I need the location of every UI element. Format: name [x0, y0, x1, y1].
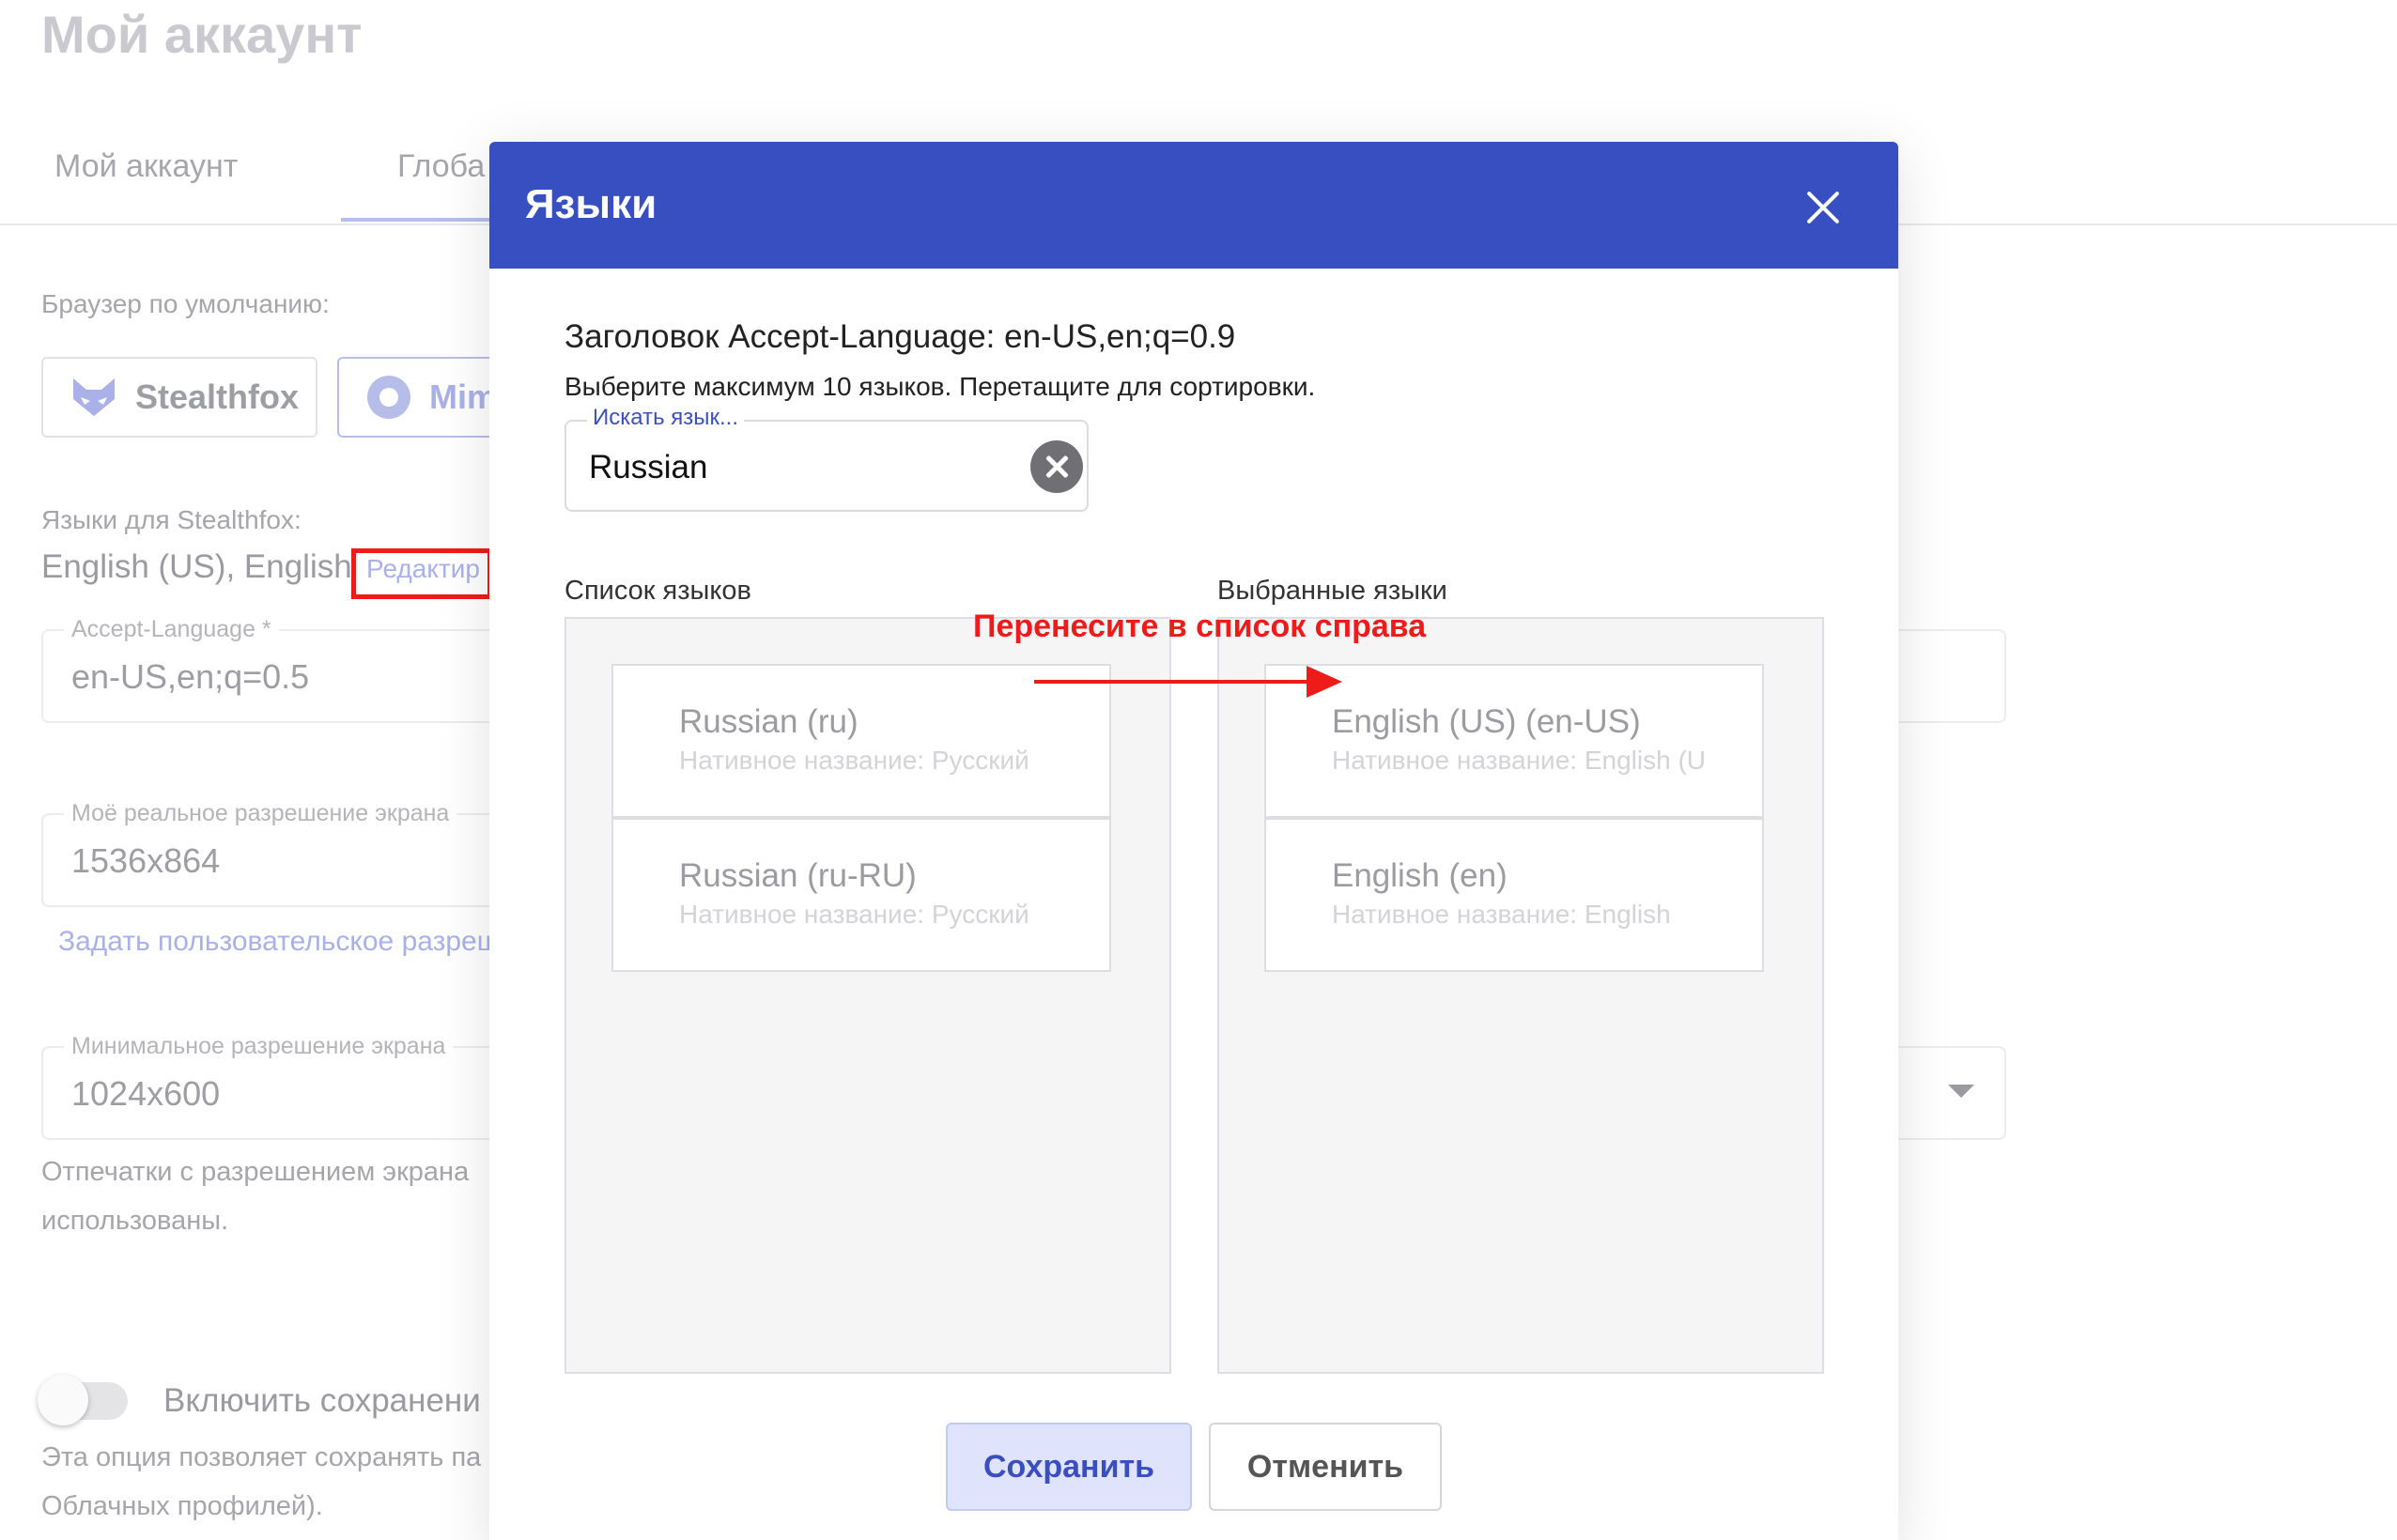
- available-languages-title: Список языков: [564, 576, 751, 606]
- selected-languages-list: English (US) (en-US) Нативное название: …: [1217, 617, 1824, 1374]
- dialog-title: Языки: [525, 181, 657, 227]
- languages-dialog: Языки Заголовок Accept-Language: en-US,e…: [489, 142, 1898, 1540]
- language-search: Искать язык...: [564, 405, 1089, 512]
- save-button[interactable]: Сохранить: [946, 1423, 1192, 1511]
- min-resolution-field-label: Минимальное разрешение экрана: [64, 1033, 454, 1060]
- language-item-name: English (US) (en-US): [1332, 703, 1641, 740]
- language-item-native: Нативное название: Русский: [679, 900, 1029, 929]
- selection-hint: Выберите максимум 10 языков. Перетащите …: [564, 372, 1316, 401]
- tab-global[interactable]: Глоба: [397, 148, 485, 185]
- default-browser-label: Браузер по умолчанию:: [41, 289, 330, 318]
- min-resolution-note-line1: Отпечатки с разрешением экрана: [41, 1157, 470, 1187]
- language-search-input[interactable]: [589, 444, 1012, 491]
- cancel-button[interactable]: Отменить: [1209, 1423, 1442, 1511]
- language-search-label: Искать язык...: [587, 405, 745, 431]
- selected-languages-title: Выбранные языки: [1217, 576, 1447, 606]
- dialog-header: Языки: [489, 142, 1898, 269]
- accept-language-field-label: Accept-Language *: [64, 616, 279, 643]
- chevron-down-icon[interactable]: [1948, 1085, 1974, 1098]
- browser-stealthfox-button[interactable]: Stealthfox: [41, 357, 317, 438]
- accept-language-field-value: en-US,en;q=0.5: [71, 657, 310, 696]
- page-title: Мой аккаунт: [41, 5, 363, 64]
- accept-language-header: Заголовок Accept-Language: en-US,en;q=0.…: [564, 318, 1236, 355]
- min-resolution-field-value: 1024x600: [71, 1074, 221, 1113]
- toggle-note-line1: Эта опция позволяет сохранять па: [41, 1442, 482, 1472]
- language-item-native: Нативное название: English (U: [1332, 746, 1706, 775]
- language-item-name: English (en): [1332, 857, 1508, 894]
- clear-search-icon[interactable]: [1030, 440, 1083, 493]
- language-item-ru-ru[interactable]: Russian (ru-RU) Нативное название: Русск…: [611, 818, 1111, 972]
- save-toggle-knob[interactable]: [38, 1375, 88, 1425]
- language-item-native: Нативное название: Русский: [679, 746, 1029, 775]
- language-item-native: Нативное название: English: [1332, 900, 1671, 929]
- language-item-name: Russian (ru-RU): [679, 857, 917, 894]
- custom-resolution-link[interactable]: Задать пользовательское разреш: [58, 926, 500, 958]
- instruction-annotation: Перенесите в список справа: [973, 608, 1427, 644]
- language-item-en[interactable]: English (en) Нативное название: English: [1264, 818, 1764, 972]
- close-icon[interactable]: [1800, 184, 1847, 231]
- screen-resolution-field-label: Моё реальное разрешение экрана: [64, 800, 457, 827]
- screen-resolution-field[interactable]: Моё реальное разрешение экрана 1536x864: [41, 800, 511, 907]
- arrow-right-icon: [1307, 666, 1342, 698]
- available-languages-list: Russian (ru) Нативное название: Русский …: [564, 617, 1171, 1374]
- browser-mimic-label: Mim: [429, 377, 497, 416]
- languages-value: English (US), English: [41, 548, 352, 585]
- language-item-name: Russian (ru): [679, 703, 858, 740]
- fox-icon: [73, 378, 115, 416]
- languages-label: Языки для Stealthfox:: [41, 505, 302, 534]
- toggle-label: Включить сохранени: [163, 1382, 481, 1419]
- highlight-box: [351, 548, 492, 599]
- mimic-icon: [367, 376, 410, 419]
- annotation-arrow-line: [1034, 680, 1316, 684]
- screen-resolution-field-value: 1536x864: [71, 841, 221, 880]
- tab-my-account[interactable]: Мой аккаунт: [54, 148, 238, 185]
- toggle-note-line2: Облачных профилей).: [41, 1491, 323, 1521]
- min-resolution-note-line2: использованы.: [41, 1206, 229, 1236]
- language-item-ru[interactable]: Russian (ru) Нативное название: Русский: [611, 664, 1111, 818]
- browser-stealthfox-label: Stealthfox: [135, 377, 300, 416]
